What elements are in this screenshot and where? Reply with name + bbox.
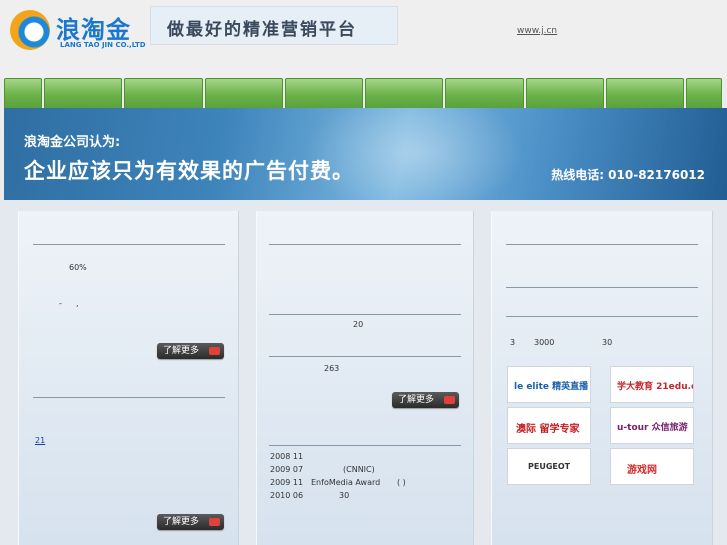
stat-percent: 60%: [69, 263, 87, 272]
banner-heading: 浪淘金公司认为:: [24, 135, 121, 150]
learn-more-button[interactable]: 了解更多: [157, 514, 224, 530]
divider: [269, 445, 461, 446]
learn-more-button[interactable]: 了解更多: [392, 392, 459, 408]
link-item[interactable]: [35, 469, 51, 479]
stat-c: 30: [602, 338, 613, 347]
client-logo-peugeot[interactable]: PEUGEOT: [507, 448, 591, 485]
timeline-date: 2008 11: [270, 452, 304, 461]
nav-item-2[interactable]: [44, 78, 123, 109]
nav-item-10[interactable]: [686, 78, 722, 109]
banner-slogan: 企业应该只为有效果的广告付费。: [24, 159, 354, 183]
timeline-date: 2009 11: [270, 478, 304, 487]
client-logo-text: 澳际 留学专家: [516, 424, 580, 435]
arrow-right-icon: [209, 518, 220, 526]
page: 浪淘金 LANG TAO JIN CO.,LTD 做最好的精准营销平台 www.…: [0, 0, 727, 545]
column-middle: 20 263 了解更多 2008 11 2009 07 (CNNIC) 2009…: [256, 211, 474, 545]
divider: [506, 287, 698, 288]
link-item[interactable]: 21: [35, 436, 59, 445]
timeline-note: ( ): [397, 478, 406, 487]
hero-banner: 浪淘金公司认为: 企业应该只为有效果的广告付费。 热线电话: 010-82176…: [4, 108, 727, 200]
learn-more-label: 了解更多: [163, 346, 200, 356]
column-left: 60% - , 了解更多 21 了解更多: [18, 211, 239, 545]
divider: [506, 244, 698, 245]
dash-text: -: [59, 299, 62, 308]
timeline-text: 30: [339, 491, 350, 500]
stat-b: 3000: [534, 338, 555, 347]
logo-swirl-icon: [10, 10, 50, 50]
nav-item-8[interactable]: [525, 78, 604, 109]
client-logo-text: 学大教育 21edu.com: [617, 382, 693, 392]
hotline-text: 热线电话: 010-82176012: [551, 168, 705, 182]
main-nav: [4, 78, 722, 109]
slogan-banner: 做最好的精准营销平台: [150, 6, 398, 45]
column-right: 3 3000 30 le elite 精英直播 学大教育 21edu.com 澳…: [491, 211, 713, 545]
divider: [33, 397, 225, 398]
nav-item-9[interactable]: [605, 78, 684, 109]
learn-more-label: 了解更多: [163, 517, 200, 527]
comma-text: ,: [76, 299, 79, 308]
arrow-right-icon: [444, 396, 455, 404]
divider: [269, 314, 461, 315]
divider: [269, 356, 461, 357]
divider: [33, 244, 225, 245]
client-logo-text: le elite 精英直播: [514, 382, 589, 392]
timeline-date: 2009 07: [270, 465, 304, 474]
site-logo[interactable]: 浪淘金 LANG TAO JIN CO.,LTD: [10, 8, 150, 54]
nav-item-7[interactable]: [445, 78, 524, 109]
slogan-text: 做最好的精准营销平台: [167, 20, 357, 40]
client-logo-aoji[interactable]: 澳际 留学专家: [507, 407, 591, 444]
stat-20: 20: [353, 320, 364, 329]
nav-item-1[interactable]: [4, 78, 42, 109]
timeline-text: (CNNIC): [343, 465, 375, 474]
client-logo-letelite[interactable]: le elite 精英直播: [507, 366, 591, 403]
timeline-text: EnfoMedia Award: [311, 478, 381, 487]
client-logo-text: 游戏网: [627, 465, 657, 476]
header: 浪淘金 LANG TAO JIN CO.,LTD 做最好的精准营销平台 www.…: [0, 0, 727, 78]
logo-subtitle: LANG TAO JIN CO.,LTD: [60, 41, 146, 49]
client-logo-text: u-tour 众信旅游: [617, 423, 688, 433]
logo-text: 浪淘金: [56, 16, 131, 44]
learn-more-label: 了解更多: [398, 395, 435, 405]
stat-a: 3: [510, 338, 516, 347]
learn-more-button[interactable]: 了解更多: [157, 343, 224, 359]
divider: [506, 316, 698, 317]
timeline-date: 2010 06: [270, 491, 304, 500]
client-logo-game[interactable]: 游戏网: [610, 448, 694, 485]
client-logo-xueda[interactable]: 学大教育 21edu.com: [610, 366, 694, 403]
nav-item-6[interactable]: [365, 78, 444, 109]
client-logo-utour[interactable]: u-tour 众信旅游: [610, 407, 694, 444]
stat-263: 263: [324, 364, 340, 373]
client-logo-text: PEUGEOT: [528, 462, 571, 471]
arrow-right-icon: [209, 347, 220, 355]
divider: [269, 244, 461, 245]
nav-item-5[interactable]: [284, 78, 363, 109]
nav-item-3[interactable]: [124, 78, 203, 109]
site-url-link[interactable]: www.j.cn: [517, 26, 557, 36]
nav-item-4[interactable]: [204, 78, 283, 109]
